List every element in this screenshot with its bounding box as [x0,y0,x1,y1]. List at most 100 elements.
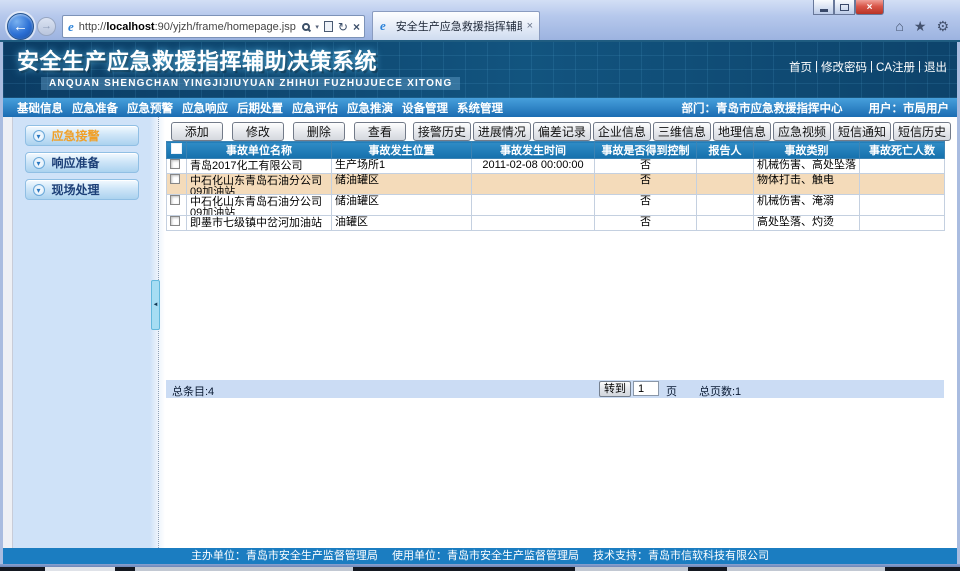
delete-button[interactable]: 删除 [293,122,345,141]
sidebar-item-emergency-alarm[interactable]: ▾ 应急接警 [25,125,139,146]
view-button[interactable]: 查看 [354,122,406,141]
cell-category: 物体打击、触电 [754,174,860,195]
app-header-banner: 安全生产应急救援指挥辅助决策系统 ANQUAN SHENGCHAN YINGJI… [3,42,957,98]
row-checkbox[interactable] [170,174,180,184]
menu-items: 基础信息 应急准备 应急预警 应急响应 后期处置 应急评估 应急推演 设备管理 … [3,100,503,116]
sidebar-item-label: 应急接警 [52,127,100,144]
menu-item-device-management[interactable]: 设备管理 [402,100,448,116]
deviation-record-button[interactable]: 偏差记录 [533,122,591,141]
menu-item-emergency-evaluation[interactable]: 应急评估 [292,100,338,116]
browser-chrome: ← → e http://localhost:90/yjzh/frame/hom… [0,0,960,40]
cell-controlled: 否 [595,159,697,174]
table-header-row: 事故单位名称 事故发生位置 事故发生时间 事故是否得到控制 报告人 事故类别 事… [167,142,945,159]
page-footer: 主办单位：青岛市安全生产监督管理局 使用单位：青岛市安全生产监督管理局 技术支持… [3,548,957,564]
address-bar-icons: ▾ ↻ × [302,21,360,33]
menu-item-emergency-response[interactable]: 应急响应 [182,100,228,116]
table-row[interactable]: 中石化山东青岛石油分公司09加油站 储油罐区 否 物体打击、触电 [167,174,945,195]
close-button[interactable]: × [855,0,884,15]
toolbar: 添加 修改 删除 查看 接警历史 进展情况 偏差记录 企业信息 三维信息 地理信… [171,122,951,141]
geographic-info-button[interactable]: 地理信息 [713,122,771,141]
user-label: 用户：市局用户 [869,100,950,116]
cell-deaths [860,195,945,216]
toolbar-primary-group: 添加 修改 删除 查看 [171,122,406,141]
link-change-password[interactable]: 修改密码 [821,59,867,75]
alarm-history-button[interactable]: 接警历史 [413,122,471,141]
link-separator: | [918,61,921,73]
total-items-label: 总条目:4 [172,383,214,399]
splitter-collapse-handle[interactable]: ◄ [151,280,160,330]
favorites-star-icon[interactable]: ★ [914,18,927,35]
forward-icon: → [41,20,52,32]
cell-location: 油罐区 [332,216,472,231]
checkbox-cell [167,159,187,174]
maximize-button[interactable] [834,0,855,15]
cell-reporter [697,195,754,216]
taskbar-button[interactable] [575,567,688,571]
taskbar-button[interactable] [135,567,353,571]
sidebar-item-response-prep[interactable]: ▾ 响应准备 [25,152,139,173]
row-checkbox[interactable] [170,159,180,169]
link-home[interactable]: 首页 [789,59,812,75]
url-text[interactable]: http://localhost:90/yjzh/frame/homepage.… [79,21,303,33]
taskbar-button[interactable] [727,567,885,571]
search-icon[interactable] [302,23,310,31]
menu-item-system-management[interactable]: 系统管理 [457,100,503,116]
row-checkbox[interactable] [170,216,180,226]
menu-item-post-disposal[interactable]: 后期处置 [237,100,283,116]
sidebar-splitter[interactable]: ◄ [150,117,165,548]
goto-page-button[interactable]: 转到 [599,381,631,397]
table-row[interactable]: 即墨市七级镇中岔河加油站 油罐区 否 高处坠落、灼烫 [167,216,945,231]
taskbar-button[interactable] [45,567,115,571]
sms-history-button[interactable]: 短信历史 [893,122,951,141]
cell-unit: 即墨市七级镇中岔河加油站 [187,216,332,231]
cell-location: 储油罐区 [332,195,472,216]
tab-favicon: e [380,18,386,34]
cell-time [472,195,595,216]
forward-button[interactable]: → [37,17,56,36]
tab-close-icon[interactable]: × [527,20,533,32]
cell-time: 2011-02-08 00:00:00 [472,159,595,174]
incident-table: 事故单位名称 事故发生位置 事故发生时间 事故是否得到控制 报告人 事故类别 事… [166,141,945,231]
menu-item-emergency-warning[interactable]: 应急预警 [127,100,173,116]
ie-favicon: e [68,19,74,35]
minimize-button[interactable] [813,0,834,15]
three-d-info-button[interactable]: 三维信息 [653,122,711,141]
toolbar-secondary-group: 接警历史 进展情况 偏差记录 企业信息 三维信息 地理信息 应急视频 短信通知 … [413,122,951,141]
cell-category: 机械伤害、淹溺 [754,195,860,216]
sidebar-item-scene-handling[interactable]: ▾ 现场处理 [25,179,139,200]
menu-item-basic-info[interactable]: 基础信息 [17,100,63,116]
select-all-checkbox[interactable] [171,143,182,154]
search-dropdown-icon[interactable]: ▾ [315,23,319,31]
cell-controlled: 否 [595,174,697,195]
link-logout[interactable]: 退出 [924,59,947,75]
refresh-icon[interactable]: ↻ [338,21,348,33]
back-button[interactable]: ← [7,13,34,40]
browser-tab[interactable]: e 安全生产应急救援指挥辅助... × [372,11,540,40]
row-checkbox[interactable] [170,195,180,205]
home-icon[interactable]: ⌂ [895,18,903,35]
menu-item-emergency-drill[interactable]: 应急推演 [347,100,393,116]
browser-toolbar-icons: ⌂ ★ ⚙ [895,18,949,35]
settings-gear-icon[interactable]: ⚙ [936,18,949,35]
sms-notify-button[interactable]: 短信通知 [833,122,891,141]
progress-button[interactable]: 进展情况 [473,122,531,141]
close-icon: × [867,2,873,13]
edit-button[interactable]: 修改 [232,122,284,141]
total-pages-label: 总页数:1 [699,383,741,399]
menu-item-emergency-prep[interactable]: 应急准备 [72,100,118,116]
table-row[interactable]: 青岛2017化工有限公司 生产场所1 2011-02-08 00:00:00 否… [167,159,945,174]
compatibility-view-icon[interactable] [324,21,333,32]
table-row[interactable]: 中石化山东青岛石油分公司09加油站 储油罐区 否 机械伤害、淹溺 [167,195,945,216]
cell-reporter [697,159,754,174]
link-separator: | [870,61,873,73]
address-bar[interactable]: e http://localhost:90/yjzh/frame/homepag… [62,15,365,38]
back-icon: ← [13,18,28,35]
enterprise-info-button[interactable]: 企业信息 [593,122,651,141]
page-number-input[interactable] [633,381,659,396]
emergency-video-button[interactable]: 应急视频 [773,122,831,141]
link-ca-register[interactable]: CA注册 [876,59,915,75]
add-button[interactable]: 添加 [171,122,223,141]
cell-reporter [697,216,754,231]
stop-icon[interactable]: × [353,21,360,33]
system-subtitle: ANQUAN SHENGCHAN YINGJIJIUYUAN ZHIHUI FU… [41,77,460,90]
